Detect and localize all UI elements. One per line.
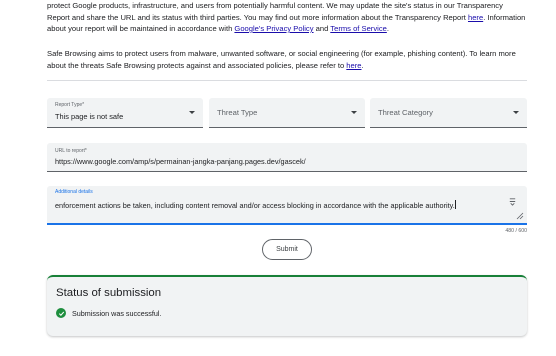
threat-category-placeholder: Threat Category — [378, 108, 433, 117]
additional-details-label: Additional details — [55, 189, 93, 195]
url-value: https://www.google.com/amp/s/permainan-j… — [55, 157, 306, 166]
url-label: URL to report* — [55, 148, 87, 154]
submit-button[interactable]: Submit — [262, 239, 312, 260]
additional-details-text: enforcement actions be taken, including … — [55, 201, 455, 210]
and-text: and — [313, 24, 331, 33]
text-cursor — [454, 200, 456, 209]
transparency-text: protect Google products, infrastructure,… — [47, 1, 503, 22]
transparency-paragraph: protect Google products, infrastructure,… — [47, 0, 527, 35]
safe-browsing-text: Safe Browsing aims to protect users from… — [47, 49, 516, 70]
dropdown-arrow-icon — [351, 111, 357, 114]
divider — [47, 80, 527, 81]
threat-category-select[interactable]: Threat Category — [370, 98, 527, 128]
threat-type-placeholder: Threat Type — [217, 108, 258, 117]
safe-browsing-here-link[interactable]: here — [346, 61, 361, 70]
check-circle-icon — [56, 308, 66, 318]
report-type-value: This page is not safe — [55, 112, 124, 121]
scrollbar-icon[interactable] — [508, 197, 517, 206]
additional-details-value: enforcement actions be taken, including … — [55, 200, 495, 212]
status-card: Status of submission Submission was succ… — [47, 275, 527, 336]
privacy-policy-link[interactable]: Google's Privacy Policy — [234, 24, 313, 33]
status-message: Submission was successful. — [72, 308, 162, 318]
status-row: Submission was successful. — [56, 308, 161, 318]
transparency-here-link[interactable]: here — [468, 13, 483, 22]
status-title: Status of submission — [56, 287, 162, 299]
resize-handle-icon[interactable] — [516, 212, 524, 220]
checkmark-icon — [58, 311, 64, 316]
dropdown-arrow-icon — [189, 111, 195, 114]
dropdown-arrow-icon — [513, 111, 519, 114]
safe-browsing-paragraph: Safe Browsing aims to protect users from… — [47, 48, 527, 71]
terms-of-service-link[interactable]: Terms of Service — [330, 24, 387, 33]
report-type-select[interactable]: Report Type* This page is not safe — [47, 98, 203, 128]
period-text: . — [386, 24, 389, 33]
report-type-label: Report Type* — [55, 102, 85, 108]
character-counter: 480 / 600 — [505, 228, 527, 234]
period-text: . — [361, 60, 364, 70]
threat-type-select[interactable]: Threat Type — [209, 98, 365, 128]
additional-details-textarea[interactable]: Additional details enforcement actions b… — [47, 186, 527, 225]
url-input[interactable]: URL to report* https://www.google.com/am… — [47, 143, 527, 172]
